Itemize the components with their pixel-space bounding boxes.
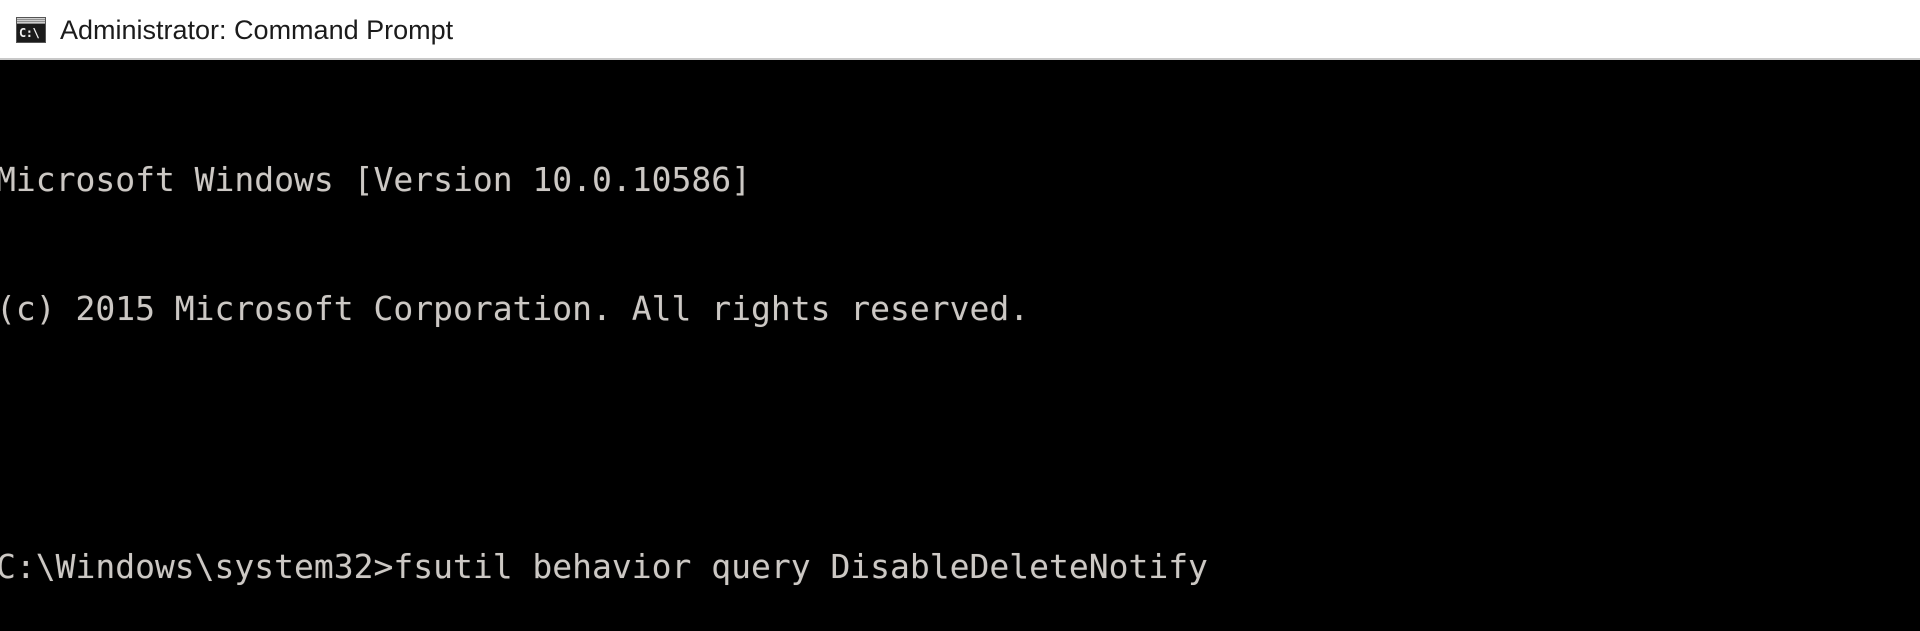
terminal-line-banner-copyright: (c) 2015 Microsoft Corporation. All righ…	[0, 289, 1030, 328]
console-icon-titlebar-stripe	[17, 18, 45, 24]
terminal-line-command: C:\Windows\system32>fsutil behavior quer…	[0, 547, 1208, 586]
terminal-line-blank-1	[0, 416, 1920, 459]
command-prompt-window: C:\ Administrator: Command Prompt Micros…	[0, 0, 1920, 631]
command-prompt-icon: C:\	[16, 17, 46, 43]
console-icon-prompt-glyph: C:\	[19, 26, 40, 40]
terminal-output-area[interactable]: Microsoft Windows [Version 10.0.10586] (…	[0, 60, 1920, 631]
console-text-buffer: Microsoft Windows [Version 10.0.10586] (…	[0, 72, 1920, 631]
window-title: Administrator: Command Prompt	[60, 15, 454, 45]
title-bar[interactable]: C:\ Administrator: Command Prompt	[0, 0, 1920, 60]
terminal-line-banner-version: Microsoft Windows [Version 10.0.10586]	[0, 160, 751, 199]
